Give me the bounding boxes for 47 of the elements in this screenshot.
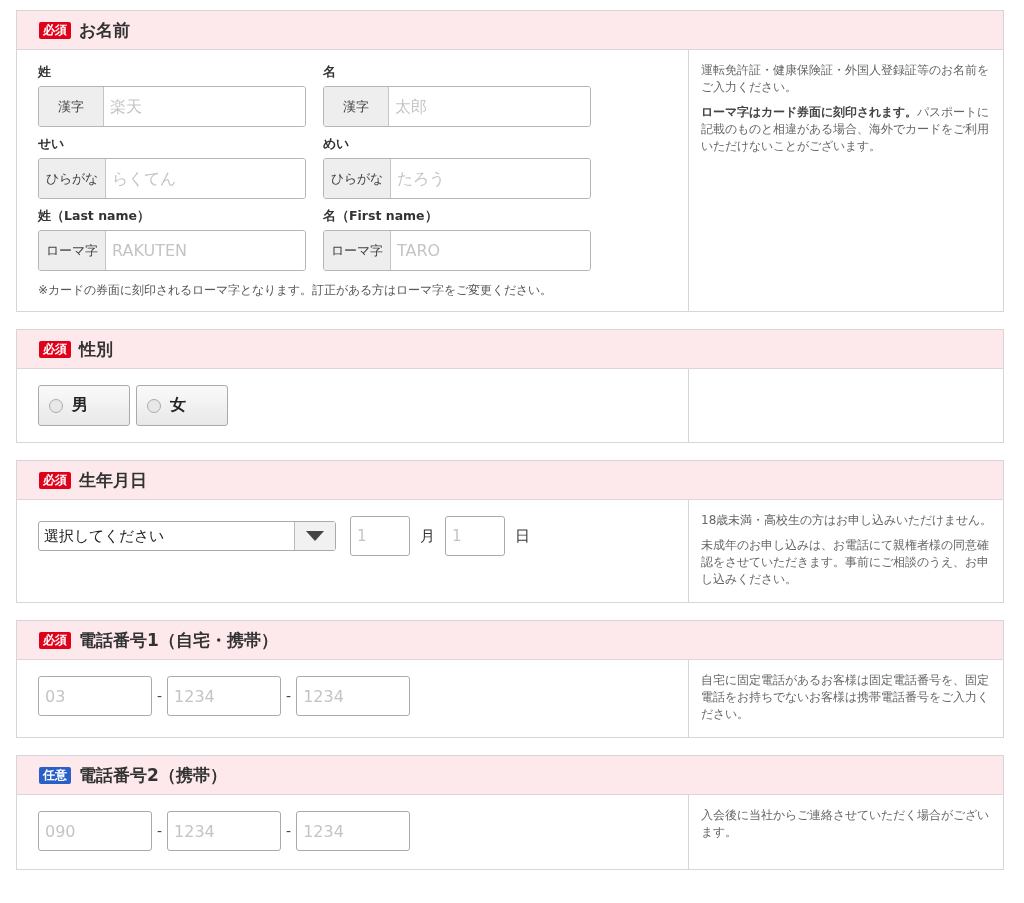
field-label: せい [38, 136, 65, 153]
section-title: 電話番号1（自宅・携帯） [79, 628, 278, 652]
input-field[interactable]: 1234 [296, 811, 411, 851]
field-label: 名 [323, 64, 337, 81]
note-text: 入会後に当社からご連絡させていただく場合がございます。 [701, 807, 990, 841]
note-text: ローマ字はカード券面に刻印されます。パスポートに記載のものと相違がある場合、海外でカードをご利用いただけないことがございます。 [701, 104, 990, 155]
separator-text: - [157, 823, 163, 839]
footnote-text: ※カードの券面に刻印されるローマ字となります。訂正がある方はローマ字をご変更ください。 [38, 282, 554, 299]
note-text: 未成年のお申し込みは、お電話にて親権者様の同意確認をさせていただきます。事前にご相談のうえ、お申し込みください。 [701, 537, 990, 588]
input-field[interactable]: 1234 [296, 676, 411, 716]
required-badge: 必須 [39, 631, 71, 649]
optional-badge: 任意 [39, 766, 71, 784]
unit-label: 日 [515, 526, 530, 546]
input-field[interactable]: 1 [445, 516, 505, 556]
radio-button[interactable]: 女 [136, 385, 228, 426]
select-field[interactable]: 選択してください [38, 521, 336, 551]
text-field[interactable]: ひらがな たろう [323, 158, 591, 199]
section-title: 生年月日 [79, 468, 147, 492]
separator-text: - [286, 823, 292, 839]
required-badge: 必須 [39, 21, 71, 39]
text-field[interactable]: 漢字 楽天 [38, 86, 306, 127]
section-title: お名前 [79, 18, 130, 42]
field-label: 名（First name） [323, 208, 439, 225]
unit-label: 月 [420, 526, 435, 546]
text-field[interactable]: 漢字 太郎 [323, 86, 591, 127]
field-label: 姓（Last name） [38, 208, 151, 225]
input-field[interactable]: 1234 [167, 676, 282, 716]
input-field[interactable]: 03 [38, 676, 152, 716]
field-label: めい [323, 136, 350, 153]
required-badge: 必須 [39, 340, 71, 358]
radio-button[interactable]: 男 [38, 385, 130, 426]
note-text: 運転免許証・健康保険証・外国人登録証等のお名前をご入力ください。 [701, 62, 990, 96]
text-field[interactable]: ローマ字 RAKUTEN [38, 230, 306, 271]
required-badge: 必須 [39, 471, 71, 489]
section-title: 性別 [79, 337, 113, 361]
input-field[interactable]: 1 [350, 516, 410, 556]
separator-text: - [286, 688, 292, 704]
input-field[interactable]: 090 [38, 811, 152, 851]
note-text: 自宅に固定電話があるお客様は固定電話番号を、固定電話をお持ちでないお客様は携帯電話番号をご入力ください。 [701, 672, 990, 723]
note-text: 18歳未満・高校生の方はお申し込みいただけません。 [701, 512, 994, 529]
caret-icon [306, 531, 324, 541]
section-title: 電話番号2（携帯） [79, 763, 227, 787]
field-label: 姓 [38, 64, 52, 81]
input-field[interactable]: 1234 [167, 811, 282, 851]
text-field[interactable]: ひらがな らくてん [38, 158, 306, 199]
text-field[interactable]: ローマ字 TARO [323, 230, 591, 271]
separator-text: - [157, 688, 163, 704]
